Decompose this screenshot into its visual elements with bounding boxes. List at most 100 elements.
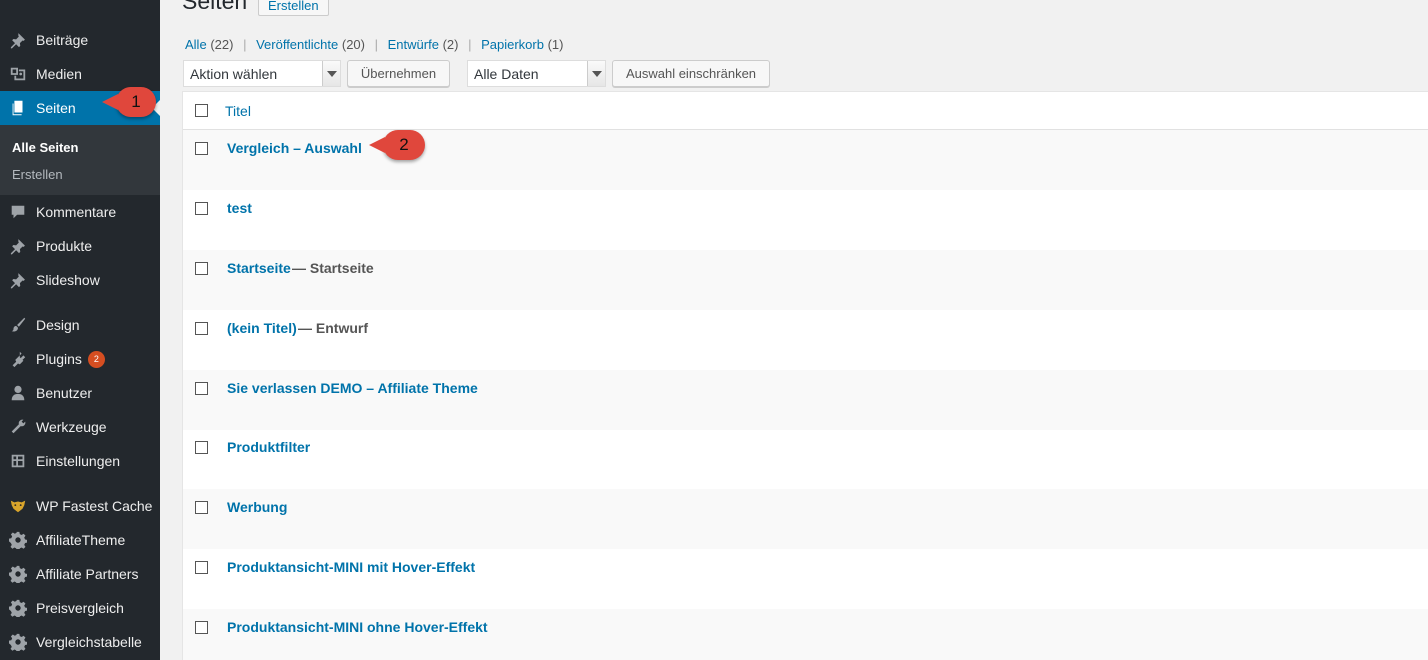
sidebar-item-label: Vergleichstabelle — [36, 634, 142, 650]
sidebar-item-label: Slideshow — [36, 272, 100, 288]
callout-number: 1 — [131, 92, 141, 111]
sidebar-item-label: Affiliate Partners — [36, 566, 139, 582]
callout-number: 2 — [399, 135, 409, 154]
plugin-icon — [8, 349, 28, 369]
row-checkbox[interactable] — [195, 382, 208, 395]
status-filter-links: Alle (22) | Veröffentlichte (20) | Entwü… — [185, 37, 563, 52]
row-checkbox[interactable] — [195, 142, 208, 155]
row-checkbox[interactable] — [195, 262, 208, 275]
table-row: Produktansicht-MINI mit Hover-Effekt — [183, 549, 1428, 609]
row-title-link[interactable]: Produktansicht-MINI ohne Hover-Effekt — [227, 619, 488, 635]
table-row: Startseite — Startseite — [183, 250, 1428, 310]
apply-button[interactable]: Übernehmen — [347, 60, 450, 87]
table-row: (kein Titel) — Entwurf — [183, 310, 1428, 370]
row-checkbox[interactable] — [195, 322, 208, 335]
chevron-down-icon — [587, 61, 605, 86]
row-checkbox[interactable] — [195, 621, 208, 634]
sidebar-item-comparison-table[interactable]: Vergleichstabelle — [0, 625, 160, 659]
row-post-state: — Entwurf — [298, 320, 368, 336]
row-title-link[interactable]: test — [227, 200, 252, 216]
filter-published[interactable]: Veröffentlichte — [256, 37, 338, 52]
sidebar-item-plugins[interactable]: Plugins 2 — [0, 342, 160, 376]
callout-pointer — [369, 137, 385, 153]
filter-drafts-count: (2) — [442, 37, 459, 52]
bulk-action-select[interactable]: Aktion wählen — [183, 60, 341, 87]
sidebar-item-settings[interactable]: Einstellungen — [0, 444, 160, 478]
pin-icon — [8, 30, 28, 50]
filter-trash-count: (1) — [547, 37, 564, 52]
gear-icon — [8, 598, 28, 618]
select-all-checkbox[interactable] — [195, 104, 208, 117]
sidebar-item-affiliatetheme[interactable]: AffiliateTheme — [0, 523, 160, 557]
filter-drafts[interactable]: Entwürfe — [388, 37, 439, 52]
sidebar-item-posts[interactable]: Beiträge — [0, 23, 160, 57]
row-title-link[interactable]: Produktfilter — [227, 439, 310, 455]
gear-icon — [8, 530, 28, 550]
table-header: Titel — [183, 92, 1428, 130]
comment-icon — [8, 202, 28, 222]
sidebar-item-tools[interactable]: Werkzeuge — [0, 410, 160, 444]
row-title-link[interactable]: (kein Titel) — [227, 320, 297, 336]
callout-pointer — [102, 94, 118, 110]
sidebar-item-products[interactable]: Produkte — [0, 229, 160, 263]
sidebar-item-wp-fastest-cache[interactable]: WP Fastest Cache — [0, 489, 160, 523]
row-title-link[interactable]: Sie verlassen DEMO – Affiliate Theme — [227, 380, 478, 396]
row-checkbox[interactable] — [195, 441, 208, 454]
submenu-add-new[interactable]: Erstellen — [12, 167, 63, 182]
cheetah-icon — [8, 496, 28, 516]
settings-icon — [8, 451, 28, 471]
table-row: Werbung — [183, 489, 1428, 549]
sidebar-item-users[interactable]: Benutzer — [0, 376, 160, 410]
filter-trash[interactable]: Papierkorb — [481, 37, 544, 52]
row-checkbox[interactable] — [195, 561, 208, 574]
date-filter-select[interactable]: Alle Daten — [467, 60, 606, 87]
filter-all-count: (22) — [210, 37, 234, 52]
filter-separator: | — [243, 37, 247, 52]
sidebar-item-label: Design — [36, 317, 80, 333]
chevron-down-icon — [322, 61, 340, 86]
sidebar-item-design[interactable]: Design — [0, 308, 160, 342]
sidebar-item-label: Plugins — [36, 351, 82, 367]
row-title-link[interactable]: Vergleich – Auswahl — [227, 140, 362, 156]
sidebar-item-label: Preisvergleich — [36, 600, 124, 616]
bulk-action-value: Aktion wählen — [190, 65, 278, 82]
update-count-badge: 2 — [87, 350, 105, 368]
sidebar-item-affiliate-partners[interactable]: Affiliate Partners — [0, 557, 160, 591]
table-row: Sie verlassen DEMO – Affiliate Theme — [183, 370, 1428, 430]
submenu-all-pages[interactable]: Alle Seiten — [12, 140, 78, 155]
sidebar-item-label: Kommentare — [36, 204, 117, 220]
row-checkbox[interactable] — [195, 501, 208, 514]
pin-icon — [8, 236, 28, 256]
annotation-callout-2: 2 — [369, 130, 425, 160]
row-title-link[interactable]: Produktansicht-MINI mit Hover-Effekt — [227, 559, 475, 575]
gear-icon — [8, 564, 28, 584]
user-icon — [8, 383, 28, 403]
sidebar-item-slideshow[interactable]: Slideshow — [0, 263, 160, 297]
media-icon — [8, 64, 28, 84]
pages-submenu: Alle Seiten Erstellen — [0, 125, 160, 195]
sidebar-item-media[interactable]: Medien — [0, 57, 160, 91]
main-content: Seiten Erstellen Alle (22) | Veröffentli… — [160, 0, 1428, 660]
sidebar-item-label: Einstellungen — [36, 453, 121, 469]
annotation-callout-1: 1 — [102, 87, 156, 117]
filter-button[interactable]: Auswahl einschränken — [612, 60, 770, 87]
row-title-link[interactable]: Werbung — [227, 499, 287, 515]
row-title-link[interactable]: Startseite — [227, 260, 291, 276]
column-header-title[interactable]: Titel — [225, 103, 251, 119]
sidebar-item-label: Werkzeuge — [36, 419, 107, 435]
sidebar-item-label: Beiträge — [36, 32, 89, 48]
filter-separator: | — [374, 37, 378, 52]
sidebar-item-price-comparison[interactable]: Preisvergleich — [0, 591, 160, 625]
sidebar-item-comments[interactable]: Kommentare — [0, 195, 160, 229]
add-new-page-button[interactable]: Erstellen — [258, 0, 329, 16]
table-row: Produktansicht-MINI ohne Hover-Effekt — [183, 609, 1428, 660]
page-icon — [8, 98, 28, 118]
row-checkbox[interactable] — [195, 202, 208, 215]
pages-table: Titel Vergleich – Auswahl test Startseit… — [182, 91, 1428, 660]
sidebar-item-label: Produkte — [36, 238, 93, 254]
gear-icon — [8, 632, 28, 652]
filter-separator: | — [468, 37, 472, 52]
filter-all[interactable]: Alle — [185, 37, 207, 52]
page-title: Seiten — [182, 0, 248, 14]
date-filter-value: Alle Daten — [474, 65, 539, 82]
